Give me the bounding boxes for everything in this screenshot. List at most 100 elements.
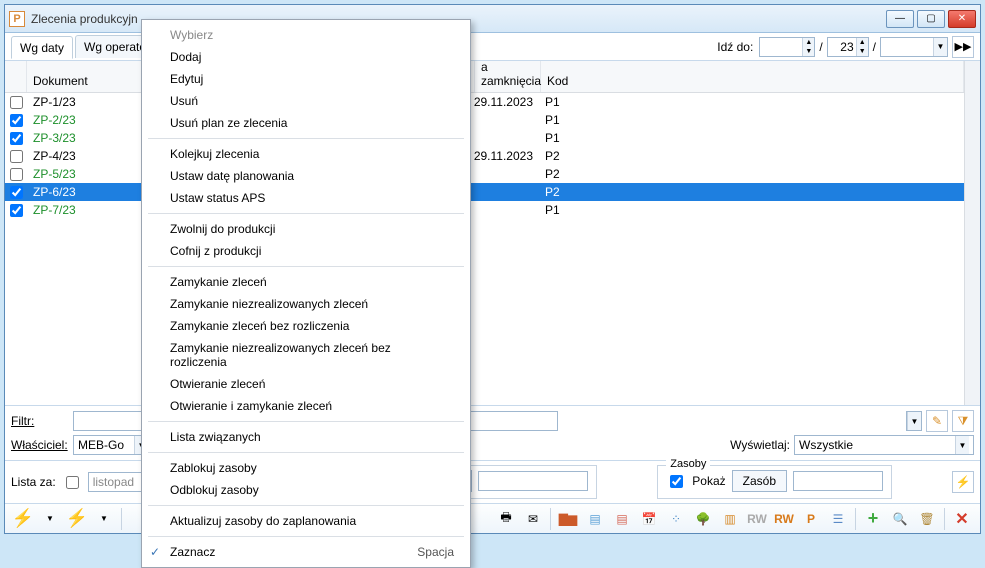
lista-za-input[interactable] bbox=[89, 475, 149, 489]
lista-za-check[interactable] bbox=[66, 476, 79, 489]
goto-last-button[interactable]: ▶▶ bbox=[952, 36, 974, 58]
wyswietlaj-combo[interactable]: ▼ bbox=[794, 435, 974, 455]
flash-green-dd-button[interactable]: ▼ bbox=[92, 507, 116, 531]
send-button[interactable]: ✉ bbox=[521, 507, 545, 531]
columns-button[interactable]: ▥ bbox=[718, 507, 742, 531]
rw-grey-button[interactable]: RW bbox=[745, 507, 769, 531]
chevron-down-icon[interactable]: ▼ bbox=[933, 38, 947, 56]
flash-yellow-button[interactable]: ⚡ bbox=[11, 507, 35, 531]
wlasciciel-input[interactable] bbox=[74, 438, 134, 452]
filter-apply-button[interactable]: ⧩ bbox=[952, 410, 974, 432]
cell-kod: P1 bbox=[539, 203, 964, 217]
dotchart-button[interactable]: ⁘ bbox=[664, 507, 688, 531]
rw-orange-button[interactable]: RW bbox=[772, 507, 796, 531]
menu-otwieranie[interactable]: Otwieranie zleceń bbox=[144, 373, 468, 395]
menu-usun-plan[interactable]: Usuń plan ze zlecenia bbox=[144, 112, 468, 134]
filtr-label: Filtr: bbox=[11, 414, 69, 428]
lightning-green-icon: ⚡ bbox=[66, 508, 88, 529]
menu-dodaj[interactable]: Dodaj bbox=[144, 46, 468, 68]
menu-usun[interactable]: Usuń bbox=[144, 90, 468, 112]
menu-zaznacz[interactable]: ✓ Zaznacz Spacja bbox=[144, 541, 468, 563]
scatter-icon: ⁘ bbox=[671, 512, 681, 526]
row-checkbox[interactable] bbox=[10, 96, 23, 109]
chevron-down-icon[interactable]: ▼ bbox=[955, 436, 969, 454]
x-red-icon: ✕ bbox=[955, 509, 968, 529]
goto-field-3[interactable]: ▼ bbox=[880, 37, 948, 57]
spin-down-icon[interactable]: ▼ bbox=[802, 47, 814, 56]
row-checkbox[interactable] bbox=[10, 150, 23, 163]
gantt2-button[interactable]: ▤ bbox=[610, 507, 634, 531]
menu-zwolnij[interactable]: Zwolnij do produkcji bbox=[144, 218, 468, 240]
list-button[interactable]: ☰ bbox=[826, 507, 850, 531]
printer-icon: 🖶 bbox=[500, 508, 511, 529]
spin-up-icon[interactable]: ▲ bbox=[802, 38, 814, 47]
menu-cofnij[interactable]: Cofnij z produkcji bbox=[144, 240, 468, 262]
bar-chart-icon: ▇▆ bbox=[559, 512, 577, 526]
col-kod[interactable]: Kod bbox=[541, 61, 964, 92]
goto-input-3[interactable] bbox=[881, 40, 933, 54]
menu-zablokuj[interactable]: Zablokuj zasoby bbox=[144, 457, 468, 479]
menu-zamykanie[interactable]: Zamykanie zleceń bbox=[144, 271, 468, 293]
chevron-down-icon: ▼ bbox=[100, 514, 108, 523]
print-button[interactable]: 🖶 bbox=[494, 507, 518, 531]
gantt1-button[interactable]: ▤ bbox=[583, 507, 607, 531]
zasob-input[interactable] bbox=[793, 471, 883, 491]
goto-input-2[interactable] bbox=[828, 40, 856, 54]
chart-button[interactable]: ▇▆ bbox=[556, 507, 580, 531]
maximize-button[interactable]: ▢ bbox=[917, 10, 945, 28]
spin-down-icon[interactable]: ▼ bbox=[856, 47, 868, 56]
flash-green-button[interactable]: ⚡ bbox=[65, 507, 89, 531]
col-dokument[interactable]: Dokument bbox=[27, 61, 143, 92]
add-button[interactable]: + bbox=[861, 507, 885, 531]
filtr-history-combo[interactable]: ▼ bbox=[906, 411, 922, 431]
zasob-button[interactable]: Zasób bbox=[732, 470, 787, 492]
goto-field-1[interactable]: ▲▼ bbox=[759, 37, 815, 57]
context-menu[interactable]: Wybierz Dodaj Edytuj Usuń Usuń plan ze z… bbox=[141, 19, 471, 568]
menu-otwieranie-zamykanie[interactable]: Otwieranie i zamykanie zleceń bbox=[144, 395, 468, 417]
wyrob-input[interactable] bbox=[478, 471, 588, 491]
plus-icon: + bbox=[868, 508, 879, 529]
spin-up-icon[interactable]: ▲ bbox=[856, 38, 868, 47]
menu-kolejkuj[interactable]: Kolejkuj zlecenia bbox=[144, 143, 468, 165]
tree-button[interactable]: 🌳 bbox=[691, 507, 715, 531]
vertical-scrollbar[interactable] bbox=[964, 61, 980, 405]
menu-zamykanie-bez-rozl[interactable]: Zamykanie zleceń bez rozliczenia bbox=[144, 315, 468, 337]
close-list-button[interactable]: ✕ bbox=[950, 507, 974, 531]
trash-icon: 🗑 bbox=[919, 512, 934, 526]
flash-yellow-dd-button[interactable]: ▼ bbox=[38, 507, 62, 531]
cell-dokument: ZP-1/23 bbox=[27, 95, 143, 109]
lightning-yellow-icon: ⚡ bbox=[12, 508, 34, 529]
p-button[interactable]: P bbox=[799, 507, 823, 531]
filter-build-button[interactable]: ✎ bbox=[926, 410, 948, 432]
lightning-orange-icon: ⚡ bbox=[956, 475, 971, 489]
menu-zamykanie-niezreal[interactable]: Zamykanie niezrealizowanych zleceń bbox=[144, 293, 468, 315]
row-checkbox[interactable] bbox=[10, 204, 23, 217]
calendar-button[interactable]: 📅 bbox=[637, 507, 661, 531]
menu-odblokuj[interactable]: Odblokuj zasoby bbox=[144, 479, 468, 501]
refresh-list-button[interactable]: ⚡ bbox=[952, 471, 974, 493]
tab-by-date[interactable]: Wg daty bbox=[11, 36, 73, 59]
minimize-button[interactable]: — bbox=[886, 10, 914, 28]
menu-ustaw-aps[interactable]: Ustaw status APS bbox=[144, 187, 468, 209]
menu-zaznacz-label: Zaznacz bbox=[170, 545, 215, 559]
row-checkbox[interactable] bbox=[10, 114, 23, 127]
chevron-down-icon[interactable]: ▼ bbox=[907, 412, 921, 430]
cell-dokument: ZP-7/23 bbox=[27, 203, 143, 217]
delete-button[interactable]: 🗑 bbox=[915, 507, 939, 531]
menu-aktualizuj-zasoby[interactable]: Aktualizuj zasoby do zaplanowania bbox=[144, 510, 468, 532]
close-button[interactable]: ✕ bbox=[948, 10, 976, 28]
menu-zamykanie-niezreal-bez-rozl[interactable]: Zamykanie niezrealizowanych zleceń bez r… bbox=[144, 337, 468, 373]
zasoby-pokaz-check[interactable] bbox=[670, 475, 683, 488]
goto-input-1[interactable] bbox=[760, 40, 802, 54]
envelope-icon: ✉ bbox=[528, 512, 538, 526]
menu-lista-zwiazanych[interactable]: Lista związanych bbox=[144, 426, 468, 448]
col-close-date[interactable]: a zamknięcia bbox=[475, 61, 541, 92]
menu-ustaw-date[interactable]: Ustaw datę planowania bbox=[144, 165, 468, 187]
menu-edytuj[interactable]: Edytuj bbox=[144, 68, 468, 90]
row-checkbox[interactable] bbox=[10, 132, 23, 145]
search-button[interactable]: 🔍 bbox=[888, 507, 912, 531]
row-checkbox[interactable] bbox=[10, 168, 23, 181]
row-checkbox[interactable] bbox=[10, 186, 23, 199]
goto-field-2[interactable]: ▲▼ bbox=[827, 37, 869, 57]
wyswietlaj-input[interactable] bbox=[795, 438, 955, 452]
